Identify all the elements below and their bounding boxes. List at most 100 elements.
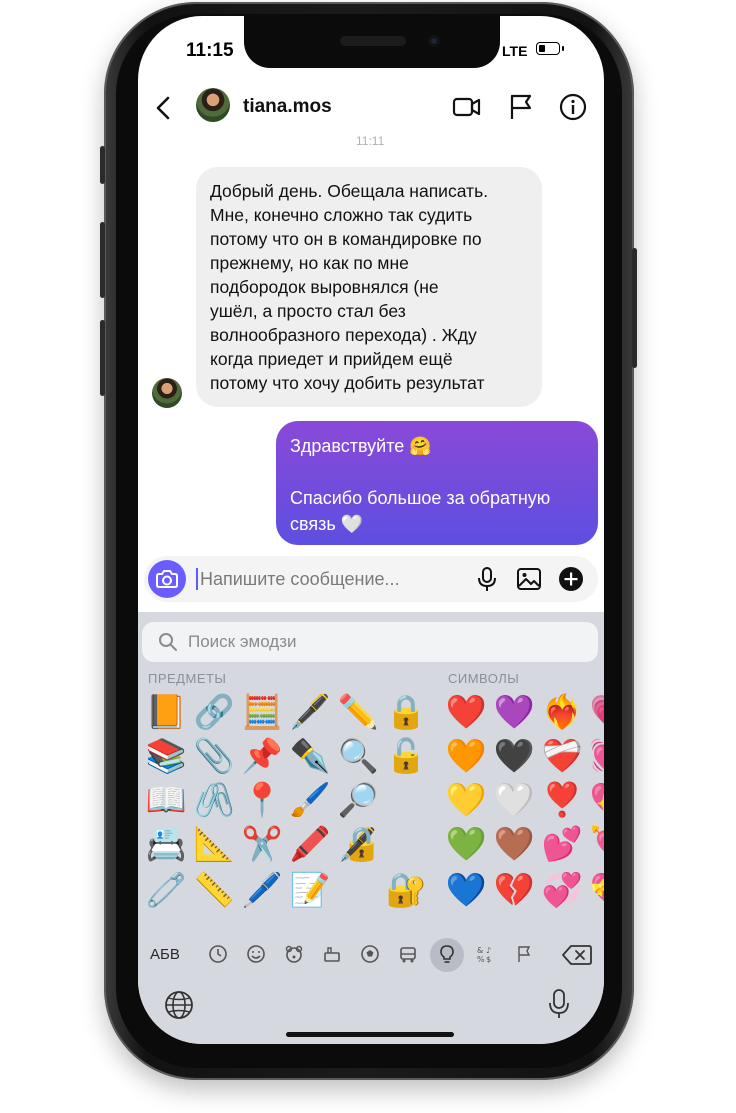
outgoing-message-line2: Спасибо большое за обратную связь 🤍 [290, 488, 551, 534]
emoji-key[interactable]: ❣️ [540, 780, 584, 820]
emoji-key[interactable]: 🔓 [384, 736, 428, 776]
status-time: 11:15 [186, 40, 234, 61]
battery-cap [562, 46, 564, 51]
message-input[interactable]: Напишите сообщение... [200, 569, 400, 590]
emoji-key[interactable]: 🔗 [192, 692, 236, 732]
info-icon[interactable] [558, 92, 588, 122]
symbols-icon[interactable]: & ♪ % $ [476, 944, 496, 964]
phone-screen: 11:15 LTE tiana.mos 11:11 Добрый день. О… [138, 16, 604, 1044]
emoji-key[interactable]: 💗 [588, 692, 604, 732]
emoji-key[interactable]: 🧮 [240, 692, 284, 732]
emoji-key[interactable]: 💕 [540, 824, 584, 864]
recent-clock-icon[interactable] [208, 944, 228, 964]
flags-icon[interactable] [514, 944, 534, 964]
emoji-key[interactable]: ✏️ [336, 692, 380, 732]
incoming-message-text: Добрый день. Обещала написать. Мне, коне… [210, 181, 489, 393]
svg-text:$: $ [486, 955, 491, 964]
emoji-key[interactable]: 🖤 [492, 736, 536, 776]
emoji-category-bar: АБВ & ♪ % $ [138, 934, 604, 974]
backspace-delete-icon[interactable] [562, 944, 592, 966]
emoji-key[interactable]: 📌 [240, 736, 284, 776]
emoji-key[interactable]: 📇 [144, 824, 188, 864]
earpiece-speaker [340, 36, 406, 46]
search-icon [159, 633, 177, 651]
emoji-key[interactable]: 📚 [144, 736, 188, 776]
sports-ball-icon[interactable] [360, 944, 380, 964]
microphone-icon[interactable] [474, 566, 500, 592]
camera-button[interactable] [148, 560, 186, 598]
message-composer: Напишите сообщение... [144, 556, 598, 602]
emoji-key[interactable]: 💓 [588, 736, 604, 776]
emoji-key[interactable]: 📎 [192, 736, 236, 776]
emoji-key[interactable]: ✒️ [288, 736, 332, 776]
silent-switch [100, 146, 105, 184]
emoji-key[interactable]: 💙 [444, 870, 488, 910]
svg-text:♪: ♪ [486, 946, 491, 955]
abc-keyboard-switch[interactable]: АБВ [150, 946, 180, 963]
sender-avatar[interactable] [152, 378, 182, 408]
emoji-key[interactable]: 🧷 [144, 870, 188, 910]
emoji-key[interactable]: 📍 [240, 780, 284, 820]
globe-language-icon[interactable] [164, 990, 194, 1020]
notch [244, 16, 500, 68]
emoji-key[interactable]: 📏 [192, 870, 236, 910]
volume-down-button [100, 320, 105, 396]
outgoing-message-text: Здравствуйте 🤗 Спасибо большое за обратн… [290, 433, 586, 537]
emoji-key[interactable]: 💚 [444, 824, 488, 864]
emoji-key[interactable]: ✂️ [240, 824, 284, 864]
emoji-key[interactable]: 🤎 [492, 824, 536, 864]
add-plus-icon[interactable] [558, 566, 584, 592]
emoji-key[interactable]: 💛 [444, 780, 488, 820]
emoji-key[interactable]: 🔒 [384, 692, 428, 732]
emoji-grid: 📙 📚 📖 📇 🧷 🔗 📎 🖇️ 📐 📏 🧮 📌 📍 ✂️ 🖊️ 🖋️ ✒️ 🖌️ 🖍️ 📝 ✏️ 🔍 🔎 🔏 🔒 🔓 🔐 ❤️ 🧡 💛 💚… [144, 692, 604, 922]
emoji-key[interactable]: 🔍 [336, 736, 380, 776]
emoji-key[interactable]: 💖 [588, 780, 604, 820]
emoji-key[interactable]: 🧡 [444, 736, 488, 776]
emoji-keyboard: Поиск эмодзи ПРЕДМЕТЫ СИМВОЛЫ 📙 📚 📖 📇 🧷 🔗 📎 🖇️ 📐… [138, 612, 604, 1044]
emoji-key[interactable]: 🖌️ [288, 780, 332, 820]
back-arrow-icon[interactable] [152, 94, 176, 122]
emoji-key[interactable]: 🖍️ [288, 824, 332, 864]
emoji-key[interactable]: 🔎 [336, 780, 380, 820]
emoji-key[interactable]: 💝 [588, 870, 604, 910]
animals-bear-icon[interactable] [284, 944, 304, 964]
outgoing-message-bubble[interactable]: Здравствуйте 🤗 Спасибо большое за обратн… [276, 421, 598, 545]
emoji-key[interactable]: 💘 [588, 824, 604, 864]
message-timestamp: 11:11 [356, 134, 385, 148]
emoji-key[interactable]: 💞 [540, 870, 584, 910]
emoji-key[interactable]: 🔐 [384, 870, 428, 910]
video-call-icon[interactable] [452, 92, 482, 122]
gallery-icon[interactable] [516, 566, 542, 592]
emoji-key[interactable]: ❤️‍🩹 [540, 736, 584, 776]
emoji-key[interactable]: 🖊️ [240, 870, 284, 910]
emoji-key[interactable]: 📖 [144, 780, 188, 820]
flag-icon[interactable] [506, 92, 536, 122]
emoji-key[interactable]: 📐 [192, 824, 236, 864]
emoji-key[interactable]: 💜 [492, 692, 536, 732]
dictation-microphone-icon[interactable] [548, 988, 570, 1020]
battery-level [539, 45, 545, 52]
emoji-search-field[interactable]: Поиск эмодзи [142, 622, 598, 662]
emoji-key[interactable]: 🤍 [492, 780, 536, 820]
svg-text:&: & [477, 946, 483, 955]
chat-header: tiana.mos [138, 80, 604, 136]
emoji-key[interactable]: 📝 [288, 870, 332, 910]
front-camera [428, 35, 440, 47]
incoming-message-bubble[interactable]: Добрый день. Обещала написать. Мне, коне… [196, 167, 542, 407]
emoji-key[interactable]: ❤️‍🔥 [540, 692, 584, 732]
contact-username[interactable]: tiana.mos [243, 96, 332, 118]
emoji-key[interactable]: ❤️ [444, 692, 488, 732]
emoji-key[interactable]: 💔 [492, 870, 536, 910]
emoji-key[interactable]: 🔏 [336, 824, 380, 864]
home-indicator [286, 1032, 454, 1037]
emoji-key[interactable]: 🖇️ [192, 780, 236, 820]
contact-avatar[interactable] [196, 88, 230, 122]
category-label-symbols: СИМВОЛЫ [448, 671, 520, 686]
emoji-key[interactable]: 🖋️ [288, 692, 332, 732]
emoji-key[interactable]: 📙 [144, 692, 188, 732]
food-icon[interactable] [322, 944, 342, 964]
travel-car-icon[interactable] [398, 944, 418, 964]
outgoing-message-line1: Здравствуйте 🤗 [290, 436, 432, 456]
objects-lightbulb-icon[interactable] [437, 944, 457, 964]
smileys-icon[interactable] [246, 944, 266, 964]
